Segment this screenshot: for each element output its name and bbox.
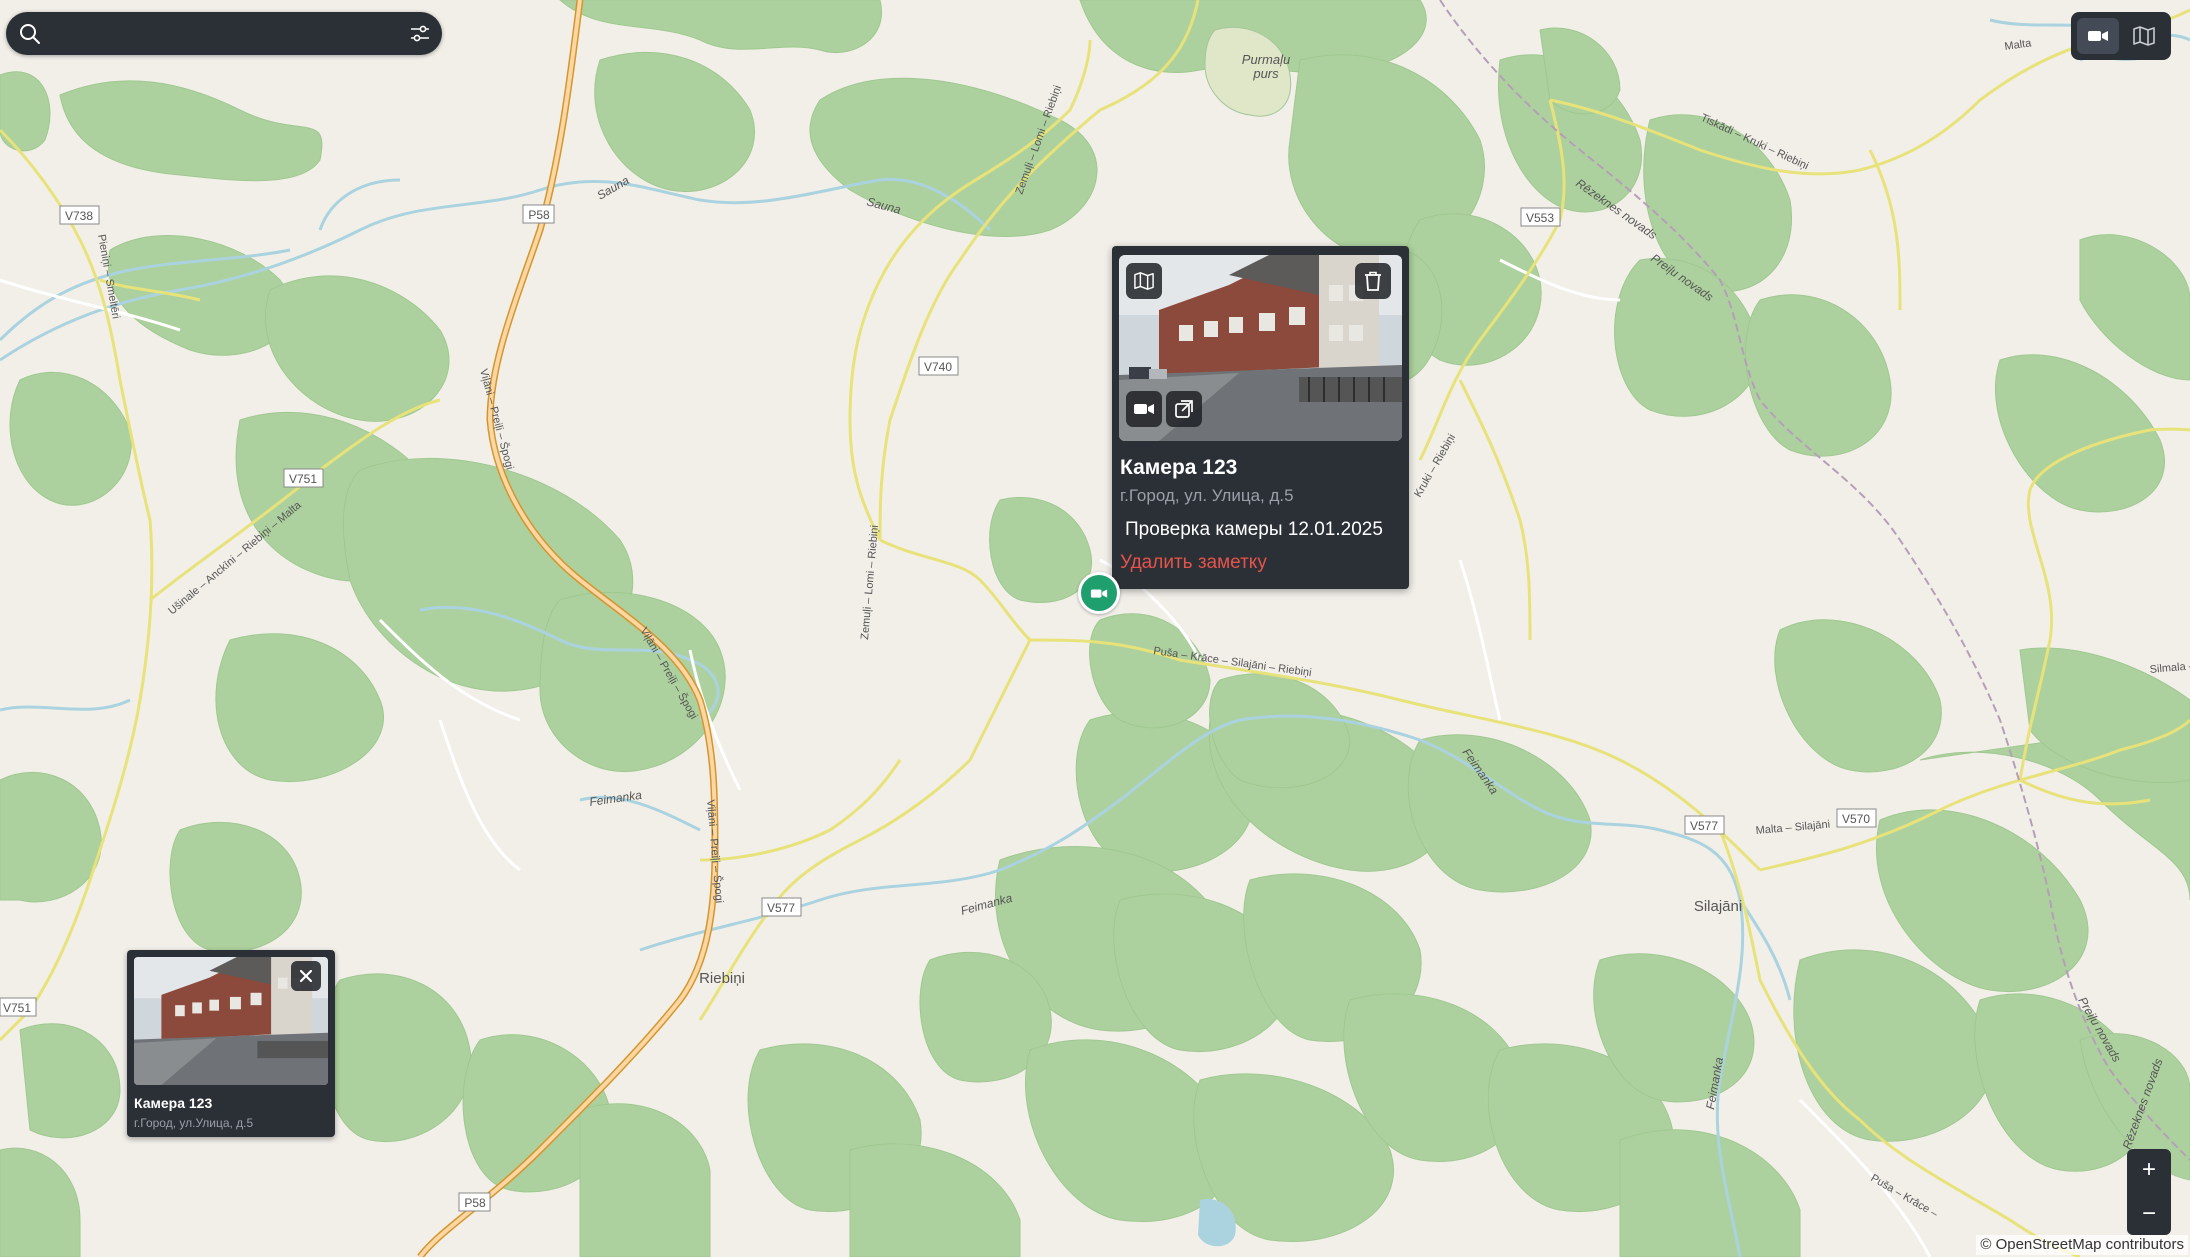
camera-preview-card[interactable]: Камера 123 г.Город, ул.Улица, д.5: [127, 950, 335, 1137]
shield-v553: V553: [1526, 211, 1554, 225]
delete-note-link[interactable]: Удалить заметку: [1120, 552, 1267, 574]
search-bar[interactable]: [6, 12, 442, 55]
label-riebini: Riebiņi: [699, 970, 745, 987]
video-camera-icon: [2088, 31, 2108, 41]
label-silajani: Silajāni: [1694, 898, 1742, 915]
zoom-in-button[interactable]: +: [2127, 1149, 2171, 1191]
zoom-out-button[interactable]: −: [2127, 1193, 2171, 1235]
map-layer-button[interactable]: [2123, 18, 2165, 54]
layer-switch: [2071, 12, 2171, 60]
shield-v570: V570: [1842, 812, 1870, 826]
shield-v751-a: V751: [289, 472, 317, 486]
video-camera-icon: [1090, 588, 1108, 598]
close-preview-button[interactable]: [291, 961, 321, 991]
show-on-map-button[interactable]: [1126, 263, 1162, 299]
shield-v751-b: V751: [3, 1001, 31, 1015]
external-window-icon: [1175, 400, 1193, 418]
shield-v577-b: V577: [1690, 819, 1718, 833]
video-camera-icon: [1134, 404, 1154, 414]
map-icon: [1134, 272, 1154, 290]
close-icon: [299, 969, 313, 983]
camera-marker[interactable]: [1078, 572, 1120, 614]
filter-icon[interactable]: [408, 22, 432, 46]
shield-v738: V738: [65, 209, 93, 223]
map-attribution: © OpenStreetMap contributors: [1976, 1235, 2188, 1255]
camera-title: Камера 123: [1120, 456, 1238, 479]
zoom-controls: + −: [2127, 1149, 2171, 1235]
shield-p58-top: P58: [528, 208, 550, 222]
search-input[interactable]: [52, 18, 396, 50]
camera-address: г.Город, ул. Улица, д.5: [1120, 486, 1294, 505]
preview-address: г.Город, ул.Улица, д.5: [134, 1116, 254, 1130]
open-stream-button[interactable]: [1126, 391, 1162, 427]
label-purmalu: Purmaļu: [1242, 52, 1290, 67]
camera-popup: Камера 123 г.Город, ул. Улица, д.5 Прове…: [1112, 246, 1409, 589]
map-icon: [2133, 26, 2155, 46]
shield-v577-a: V577: [767, 901, 795, 915]
shield-v740: V740: [924, 360, 952, 374]
preview-title: Камера 123: [134, 1095, 213, 1111]
camera-note: Проверка камеры 12.01.2025: [1125, 519, 1383, 540]
label-purs: purs: [1252, 66, 1279, 81]
delete-camera-button[interactable]: [1355, 263, 1391, 299]
camera-layer-button[interactable]: [2077, 18, 2119, 54]
shield-p58-bottom: P58: [464, 1196, 486, 1210]
search-icon: [20, 24, 40, 44]
trash-icon: [1365, 271, 1381, 291]
open-in-window-button[interactable]: [1166, 391, 1202, 427]
